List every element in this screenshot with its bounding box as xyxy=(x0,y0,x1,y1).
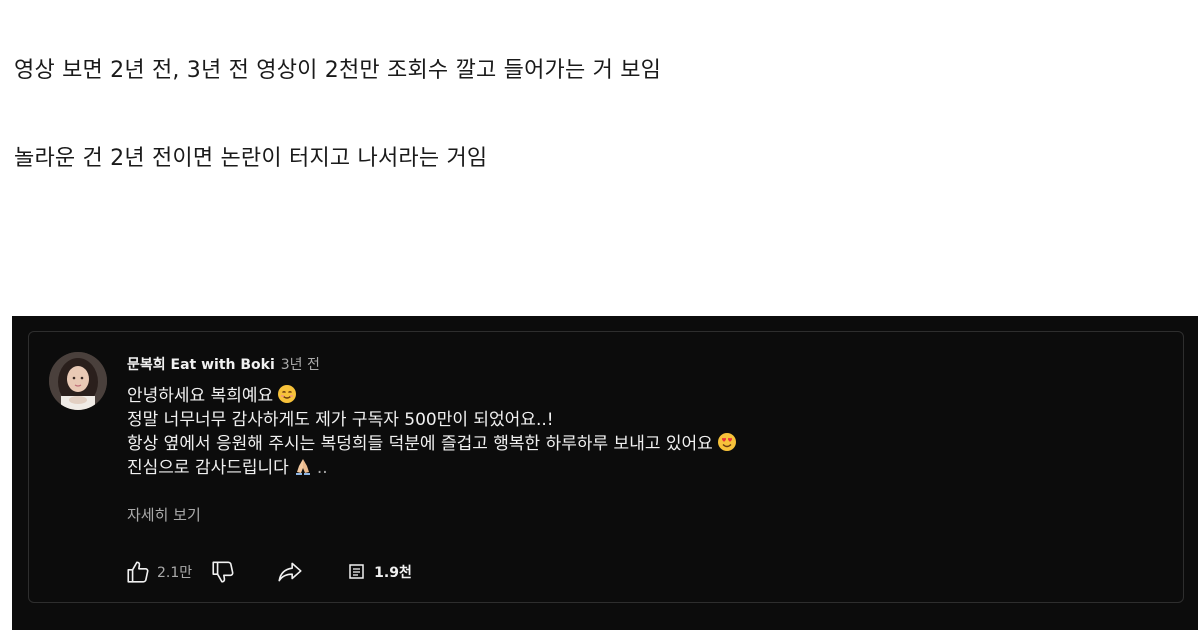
folded-hands-emoji xyxy=(295,459,310,475)
caption-line-2: 놀라운 건 2년 전이면 논란이 터지고 나서라는 거임 xyxy=(14,146,488,171)
comment-actions: 2.1만 1.9천 xyxy=(125,557,412,587)
comment-line-4-text: 진심으로 감사드립니다 xyxy=(127,458,289,478)
post-page: 영상 보면 2년 전, 3년 전 영상이 2천만 조회수 깔고 들어가는 거 보… xyxy=(0,0,1200,630)
thumbs-down-icon xyxy=(212,561,234,583)
comment-line-3-text: 항상 옆에서 응원해 주시는 복덩희들 덕분에 즐겁고 행복한 하루하루 보내고… xyxy=(127,434,713,454)
dislike-button[interactable] xyxy=(210,559,236,585)
comment-line-2-text: 정말 너무너무 감사하게도 제가 구독자 500만이 되었어요..! xyxy=(127,410,554,430)
youtube-comment-screenshot: 문복희 Eat with Boki 3년 전 안녕하세요 복희예요 정말 너무너무… xyxy=(12,316,1198,630)
heart-eyes-emoji xyxy=(717,433,736,451)
like-count: 2.1만 xyxy=(157,565,193,581)
like-button[interactable]: 2.1만 xyxy=(125,559,192,585)
comment-author[interactable]: 문복희 Eat with Boki xyxy=(127,357,275,373)
comment-card: 문복희 Eat with Boki 3년 전 안녕하세요 복희예요 정말 너무너무… xyxy=(28,331,1184,603)
share-button[interactable] xyxy=(276,559,304,585)
comment-line-3: 항상 옆에서 응원해 주시는 복덩희들 덕분에 즐겁고 행복한 하루하루 보내고… xyxy=(127,432,737,456)
avatar-image xyxy=(49,352,107,410)
comment-line-1: 안녕하세요 복희예요 xyxy=(127,384,737,408)
thumbs-up-icon xyxy=(127,561,149,583)
avatar[interactable] xyxy=(49,352,107,410)
comment-line-4: 진심으로 감사드립니다 .. xyxy=(127,456,737,480)
comment-line-2: 정말 너무너무 감사하게도 제가 구독자 500만이 되었어요..! xyxy=(127,408,737,432)
caption-line-1: 영상 보면 2년 전, 3년 전 영상이 2천만 조회수 깔고 들어가는 거 보… xyxy=(14,58,662,83)
comment-list-icon xyxy=(349,564,364,579)
comment-meta: 문복희 Eat with Boki 3년 전 xyxy=(127,354,320,374)
comment-trailing-dots: .. xyxy=(316,458,328,478)
smiling-face-emoji xyxy=(278,385,297,403)
reply-count: 1.9천 xyxy=(374,565,412,581)
comment-time[interactable]: 3년 전 xyxy=(281,357,320,373)
comment-text: 안녕하세요 복희예요 정말 너무너무 감사하게도 제가 구독자 500만이 되었… xyxy=(127,384,737,480)
replies-button[interactable]: 1.9천 xyxy=(348,562,412,582)
share-arrow-icon xyxy=(278,562,302,582)
comment-line-1-text: 안녕하세요 복희예요 xyxy=(127,386,274,406)
read-more-link[interactable]: 자세히 보기 xyxy=(127,504,201,525)
